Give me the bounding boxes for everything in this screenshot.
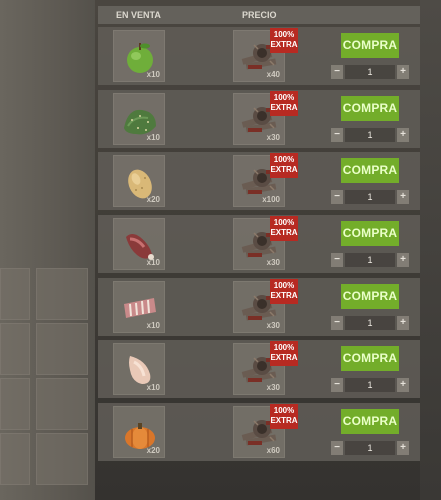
inventory-slot[interactable] [0, 433, 30, 485]
badge-percent: 100% [273, 218, 295, 227]
badge-word: EXTRA [270, 103, 298, 112]
offer-row: x10 x30 100% EXTRA COMPRA − 1 + [98, 278, 420, 336]
buy-button[interactable]: COMPRA [341, 409, 399, 434]
quantity-input[interactable]: 1 [345, 441, 395, 455]
price-quantity: x30 [266, 258, 280, 267]
inventory-grid [0, 268, 92, 500]
item-quantity: x10 [146, 383, 160, 392]
quantity-stepper: − 1 + [331, 65, 411, 79]
price-quantity: x40 [266, 70, 280, 79]
price-quantity: x30 [266, 321, 280, 330]
item-slot[interactable]: x10 [113, 281, 165, 333]
badge-percent: 100% [273, 406, 295, 415]
price-quantity: x30 [266, 383, 280, 392]
buy-button[interactable]: COMPRA [341, 346, 399, 371]
quantity-stepper: − 1 + [331, 190, 411, 204]
inventory-slot[interactable] [36, 433, 88, 485]
decrease-button[interactable]: − [331, 128, 343, 142]
decrease-button[interactable]: − [331, 378, 343, 392]
inventory-slot[interactable] [36, 323, 88, 375]
buy-button[interactable]: COMPRA [341, 158, 399, 183]
quantity-stepper: − 1 + [331, 128, 411, 142]
inventory-slot[interactable] [0, 268, 30, 320]
quantity-stepper: − 1 + [331, 441, 411, 455]
badge-word: EXTRA [270, 40, 298, 49]
extra-badge: 100% EXTRA [270, 341, 298, 366]
for-sale-heading: EN VENTA [116, 10, 161, 20]
inventory-slot[interactable] [36, 378, 88, 430]
item-quantity: x20 [146, 446, 160, 455]
item-quantity: x10 [146, 258, 160, 267]
vendor-header: EN VENTA PRECIO [98, 6, 420, 24]
quantity-input[interactable]: 1 [345, 378, 395, 392]
quantity-stepper: − 1 + [331, 253, 411, 267]
item-slot[interactable]: x10 [113, 343, 165, 395]
background-right [420, 0, 441, 500]
buy-button[interactable]: COMPRA [341, 221, 399, 246]
offer-row: x20 x60 100% EXTRA COMPRA − 1 + [98, 403, 420, 461]
inventory-slot[interactable] [0, 378, 30, 430]
quantity-input[interactable]: 1 [345, 128, 395, 142]
offer-row: x10 x30 100% EXTRA COMPRA − 1 + [98, 90, 420, 148]
increase-button[interactable]: + [397, 316, 409, 330]
badge-word: EXTRA [270, 353, 298, 362]
badge-percent: 100% [273, 155, 295, 164]
offer-row: x20 x100 100% EXTRA COMPRA − 1 + [98, 152, 420, 210]
increase-button[interactable]: + [397, 378, 409, 392]
item-quantity: x10 [146, 133, 160, 142]
extra-badge: 100% EXTRA [270, 153, 298, 178]
extra-badge: 100% EXTRA [270, 279, 298, 304]
increase-button[interactable]: + [397, 190, 409, 204]
quantity-input[interactable]: 1 [345, 253, 395, 267]
decrease-button[interactable]: − [331, 65, 343, 79]
extra-badge: 100% EXTRA [270, 91, 298, 116]
increase-button[interactable]: + [397, 441, 409, 455]
increase-button[interactable]: + [397, 65, 409, 79]
badge-word: EXTRA [270, 228, 298, 237]
quantity-input[interactable]: 1 [345, 190, 395, 204]
item-slot[interactable]: x10 [113, 218, 165, 270]
decrease-button[interactable]: − [331, 441, 343, 455]
quantity-stepper: − 1 + [331, 378, 411, 392]
extra-badge: 100% EXTRA [270, 28, 298, 53]
buy-button[interactable]: COMPRA [341, 33, 399, 58]
price-heading: PRECIO [242, 10, 277, 20]
badge-percent: 100% [273, 30, 295, 39]
badge-percent: 100% [273, 93, 295, 102]
decrease-button[interactable]: − [331, 316, 343, 330]
buy-button[interactable]: COMPRA [341, 96, 399, 121]
badge-percent: 100% [273, 281, 295, 290]
decrease-button[interactable]: − [331, 190, 343, 204]
item-quantity: x10 [146, 321, 160, 330]
offer-row: x10 x30 100% EXTRA COMPRA − 1 + [98, 215, 420, 273]
item-slot[interactable]: x20 [113, 155, 165, 207]
inventory-slot[interactable] [36, 268, 88, 320]
badge-word: EXTRA [270, 165, 298, 174]
badge-percent: 100% [273, 343, 295, 352]
buy-button[interactable]: COMPRA [341, 284, 399, 309]
price-quantity: x100 [262, 195, 280, 204]
quantity-stepper: − 1 + [331, 316, 411, 330]
offer-row: x10 x30 100% EXTRA COMPRA − 1 + [98, 340, 420, 398]
offer-row: x10 x40 100% EXTRA COMPRA − 1 + [98, 27, 420, 85]
price-quantity: x60 [266, 446, 280, 455]
item-slot[interactable]: x10 [113, 30, 165, 82]
badge-word: EXTRA [270, 416, 298, 425]
decrease-button[interactable]: − [331, 253, 343, 267]
item-slot[interactable]: x10 [113, 93, 165, 145]
item-quantity: x20 [146, 195, 160, 204]
price-quantity: x30 [266, 133, 280, 142]
extra-badge: 100% EXTRA [270, 216, 298, 241]
inventory-slot[interactable] [0, 323, 30, 375]
extra-badge: 100% EXTRA [270, 404, 298, 429]
quantity-input[interactable]: 1 [345, 65, 395, 79]
badge-word: EXTRA [270, 291, 298, 300]
increase-button[interactable]: + [397, 128, 409, 142]
quantity-input[interactable]: 1 [345, 316, 395, 330]
increase-button[interactable]: + [397, 253, 409, 267]
item-quantity: x10 [146, 70, 160, 79]
item-slot[interactable]: x20 [113, 406, 165, 458]
